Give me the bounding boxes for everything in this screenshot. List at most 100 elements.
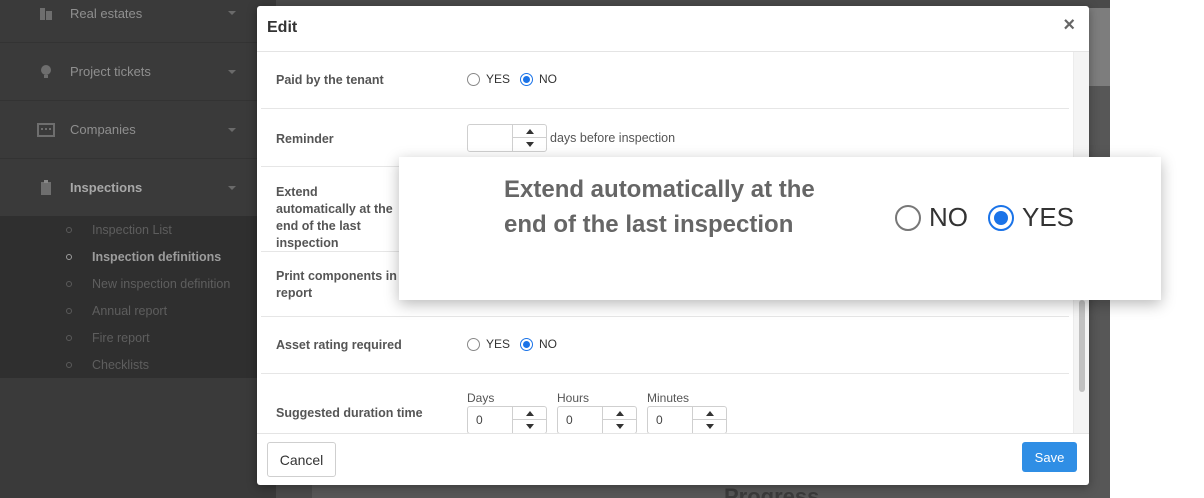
companies-icon (36, 120, 56, 140)
bullet-icon (66, 307, 72, 314)
chevron-down-icon (228, 11, 236, 15)
field-suggested-duration: Suggested duration time Days 0 Hours 0 M… (261, 374, 1069, 433)
field-label: Asset rating required (276, 338, 402, 352)
submenu-item-inspection-list[interactable]: Inspection List (66, 216, 172, 243)
sidebar-item-project-tickets[interactable]: Project tickets (0, 42, 276, 100)
sidebar-item-real-estates[interactable]: Real estates (0, 0, 276, 42)
stepper-buttons (602, 407, 636, 433)
modal-title: Edit (267, 19, 298, 36)
zoom-radio-group: NO YES (895, 202, 1094, 233)
bullet-icon (66, 226, 72, 233)
close-icon[interactable]: × (1063, 14, 1075, 37)
asset-rating-radio-group: YES NO (467, 337, 567, 351)
sidebar-item-companies[interactable]: Companies (0, 100, 276, 158)
chevron-down-icon (228, 69, 236, 74)
chevron-down-icon (228, 185, 236, 190)
asset-rating-no-radio[interactable] (520, 337, 534, 351)
sidebar-item-label: Inspections (70, 180, 143, 195)
zoom-callout: Extend automatically at the end of the l… (399, 157, 1161, 300)
caret-up-icon (525, 410, 534, 416)
field-label: Print components in report (276, 269, 397, 300)
stepper-up-button[interactable] (693, 407, 726, 420)
bullet-icon (66, 361, 72, 368)
stepper-up-button[interactable] (603, 407, 636, 420)
submenu-item-annual-report[interactable]: Annual report (66, 297, 167, 324)
inspections-submenu: Inspection List Inspection definitions N… (0, 216, 276, 378)
field-label: Paid by the tenant (276, 73, 384, 87)
caret-up-icon (615, 410, 624, 416)
radio-label: NO (539, 72, 558, 86)
stepper-up-button[interactable] (513, 125, 546, 138)
radio-label: YES (486, 337, 511, 351)
asset-rating-yes-radio[interactable] (467, 337, 480, 351)
submenu-item-checklists[interactable]: Checklists (66, 351, 149, 378)
caret-up-icon (705, 410, 714, 416)
scrollbar-thumb[interactable] (1079, 300, 1085, 392)
stepper-value: 0 (566, 413, 573, 427)
modal-footer: Cancel Save (257, 433, 1089, 485)
sidebar-item-label: Real estates (70, 5, 143, 21)
submenu-item-inspection-definitions[interactable]: Inspection definitions (66, 243, 221, 270)
hours-stepper[interactable]: 0 (557, 406, 637, 433)
paid-by-tenant-yes-radio[interactable] (467, 72, 480, 86)
extend-auto-no-radio[interactable] (895, 204, 921, 231)
days-stepper[interactable]: 0 (467, 406, 547, 433)
stepper-buttons (692, 407, 726, 433)
chevron-down-icon (228, 127, 236, 132)
paid-by-tenant-no-radio[interactable] (520, 72, 534, 86)
radio-label: YES (486, 72, 511, 86)
cancel-button[interactable]: Cancel (267, 442, 336, 477)
caret-down-icon (525, 424, 534, 429)
field-paid-by-tenant: Paid by the tenant YES NO (261, 52, 1069, 109)
caret-down-icon (525, 142, 534, 147)
stepper-value: 0 (656, 413, 663, 427)
submenu-item-label: Annual report (92, 303, 168, 318)
submenu-item-new-inspection-definition[interactable]: New inspection definition (66, 270, 230, 297)
stepper-down-button[interactable] (513, 138, 546, 151)
minutes-stepper[interactable]: 0 (647, 406, 727, 433)
hours-label: Hours (557, 391, 590, 405)
stepper-buttons (512, 125, 546, 151)
modal-header: Edit × (257, 6, 1089, 52)
radio-label: YES (1022, 202, 1075, 232)
field-label: Extend automatically at the end of the l… (276, 185, 393, 250)
sidebar: Real estates Project tickets Companies I… (0, 0, 276, 498)
sidebar-item-label: Companies (70, 122, 136, 137)
background-header-band (1088, 8, 1110, 86)
submenu-item-label: Fire report (92, 330, 150, 345)
caret-down-icon (705, 424, 714, 429)
submenu-item-label: New inspection definition (92, 276, 231, 291)
stepper-down-button[interactable] (513, 420, 546, 433)
lightbulb-icon (36, 62, 56, 82)
clipboard-icon (36, 178, 56, 198)
stepper-value: 0 (476, 413, 483, 427)
submenu-item-fire-report[interactable]: Fire report (66, 324, 150, 351)
background-heading: Progress (724, 484, 820, 498)
stepper-buttons (512, 407, 546, 433)
caret-down-icon (615, 424, 624, 429)
field-asset-rating: Asset rating required YES NO (261, 317, 1069, 374)
days-label: Days (467, 391, 495, 405)
stepper-down-button[interactable] (603, 420, 636, 433)
reminder-unit: days before inspection (550, 131, 676, 145)
bullet-icon (66, 334, 72, 341)
field-label: Reminder (276, 132, 334, 146)
sidebar-item-inspections[interactable]: Inspections (0, 158, 276, 216)
field-label: Suggested duration time (276, 406, 423, 420)
submenu-item-label: Checklists (92, 357, 149, 372)
zoom-field-label: Extend automatically at the end of the l… (504, 176, 815, 238)
bullet-icon (66, 253, 72, 260)
minutes-label: Minutes (647, 391, 690, 405)
radio-label: NO (929, 202, 968, 232)
stepper-up-button[interactable] (513, 407, 546, 420)
sidebar-item-label: Project tickets (70, 64, 151, 79)
submenu-item-label: Inspection definitions (92, 249, 222, 264)
save-button[interactable]: Save (1022, 442, 1077, 472)
stepper-down-button[interactable] (693, 420, 726, 433)
radio-label: NO (539, 337, 558, 351)
building-icon (36, 3, 56, 23)
caret-up-icon (525, 128, 534, 134)
extend-auto-yes-radio[interactable] (988, 204, 1014, 231)
reminder-stepper[interactable] (467, 124, 547, 152)
paid-by-tenant-radio-group: YES NO (467, 72, 567, 86)
